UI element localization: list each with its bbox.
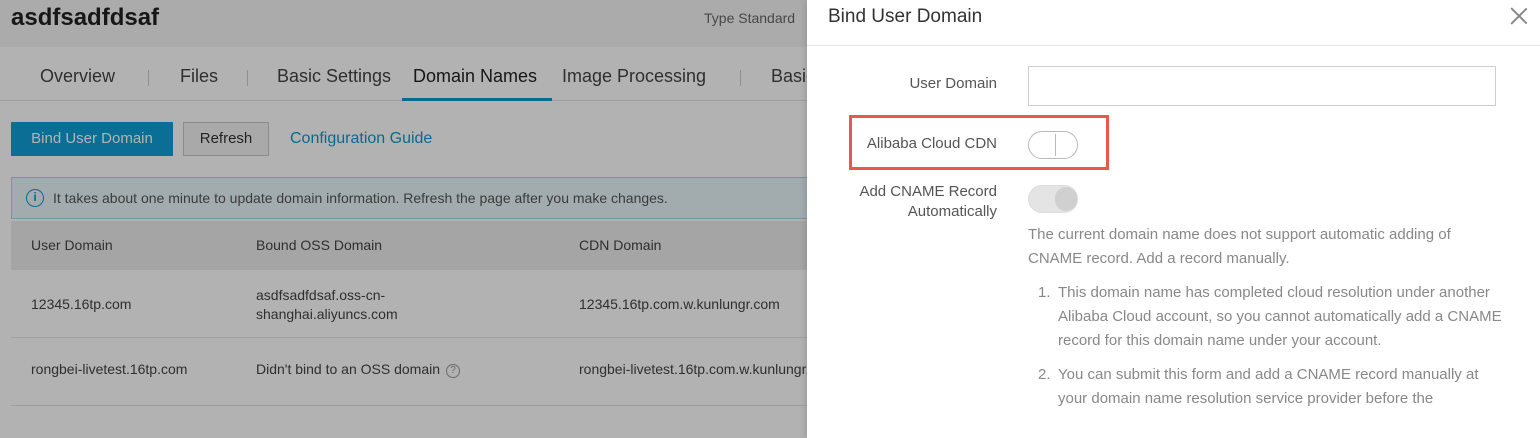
user-domain-label: User Domain — [909, 75, 997, 92]
drawer-header: Bind User Domain — [807, 0, 1540, 46]
add-cname-toggle — [1028, 185, 1078, 213]
list-item-text: This domain name has completed cloud res… — [1058, 284, 1502, 349]
close-icon[interactable] — [1508, 5, 1530, 27]
drawer-title: Bind User Domain — [828, 6, 983, 27]
add-cname-label: Add CNAME Record Automatically — [807, 182, 997, 222]
cname-help-list: 1. This domain name has completed cloud … — [1028, 281, 1508, 421]
list-item: 2. You can submit this form and add a CN… — [1028, 363, 1508, 411]
list-item: 1. This domain name has completed cloud … — [1028, 281, 1508, 353]
add-cname-label-line1: Add CNAME Record — [859, 183, 997, 200]
cname-help-text: The current domain name does not support… — [1028, 226, 1451, 267]
list-item-number: 1. — [1038, 284, 1051, 301]
list-item-number: 2. — [1038, 366, 1051, 383]
alibaba-cloud-cdn-toggle[interactable] — [1028, 131, 1078, 159]
alibaba-cloud-cdn-label: Alibaba Cloud CDN — [866, 135, 997, 152]
add-cname-label-line2: Automatically — [907, 203, 997, 220]
toggle-knob — [1055, 187, 1077, 211]
toggle-knob — [1055, 134, 1056, 156]
bind-user-domain-drawer: Bind User Domain User Domain Alibaba Clo… — [807, 0, 1540, 438]
list-item-text: You can submit this form and add a CNAME… — [1058, 366, 1479, 407]
user-domain-input[interactable] — [1028, 66, 1496, 106]
